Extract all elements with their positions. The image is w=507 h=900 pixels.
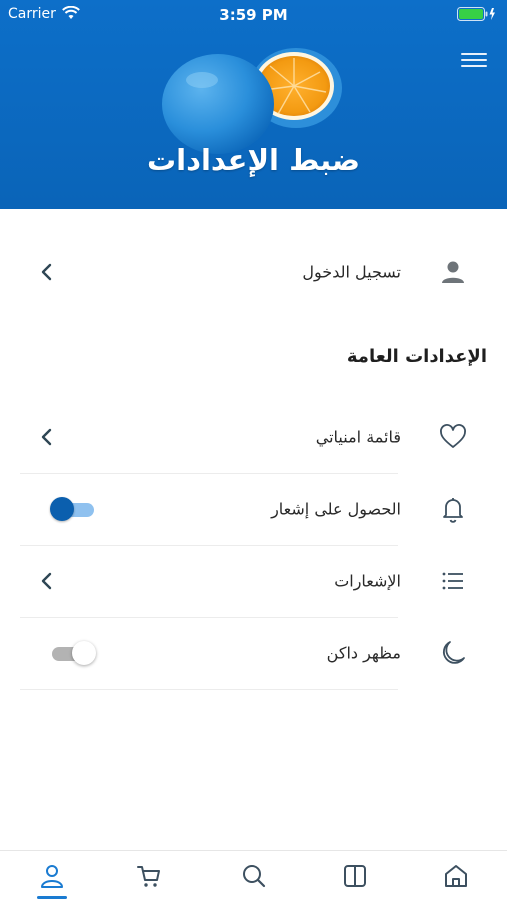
login-row[interactable]: تسجيل الدخول <box>20 236 487 308</box>
tab-home[interactable] <box>405 851 506 900</box>
dark-mode-label: مظهر داكن <box>326 643 401 663</box>
home-icon <box>445 865 467 887</box>
person-icon <box>442 261 464 283</box>
divider <box>20 689 398 690</box>
cart-icon <box>137 866 160 887</box>
profile-icon <box>41 865 63 888</box>
chevron-left-icon[interactable] <box>40 572 54 590</box>
tab-search[interactable] <box>203 851 304 900</box>
bell-icon <box>443 498 463 523</box>
bottom-tab-bar <box>0 850 507 900</box>
status-time: 3:59 PM <box>219 6 288 24</box>
battery-icon <box>457 7 495 21</box>
page-title: ضبط الإعدادات <box>146 143 360 177</box>
get-notified-row: الحصول على إشعار <box>20 473 487 545</box>
wishlist-row[interactable]: قائمة امنياتي <box>20 401 487 473</box>
notifications-row[interactable]: الإشعارات <box>20 545 487 617</box>
orange-fruit-image <box>162 48 342 154</box>
heart-icon <box>440 424 466 448</box>
moon-icon <box>443 641 465 664</box>
dark-mode-toggle[interactable] <box>50 641 96 665</box>
general-settings-heading: الإعدادات العامة <box>346 346 487 367</box>
wishlist-label: قائمة امنياتي <box>315 427 401 447</box>
notifications-label: الإشعارات <box>334 571 401 591</box>
book-icon <box>344 865 366 887</box>
dark-mode-row: مظهر داكن <box>20 617 487 689</box>
tab-book[interactable] <box>304 851 405 900</box>
header-banner: Carrier 3:59 PM ضبط الإعدادات <box>0 0 507 209</box>
chevron-left-icon[interactable] <box>40 428 54 446</box>
chevron-left-icon[interactable] <box>40 263 54 281</box>
search-icon <box>243 865 266 888</box>
status-bar: Carrier 3:59 PM <box>0 0 507 30</box>
tab-profile[interactable] <box>1 851 102 900</box>
tab-cart[interactable] <box>98 851 199 900</box>
get-notified-toggle[interactable] <box>50 497 96 521</box>
list-icon <box>442 572 463 590</box>
active-tab-indicator <box>37 896 67 899</box>
login-label: تسجيل الدخول <box>302 262 401 282</box>
hamburger-menu-icon[interactable] <box>461 50 487 72</box>
get-notified-label: الحصول على إشعار <box>271 499 401 519</box>
